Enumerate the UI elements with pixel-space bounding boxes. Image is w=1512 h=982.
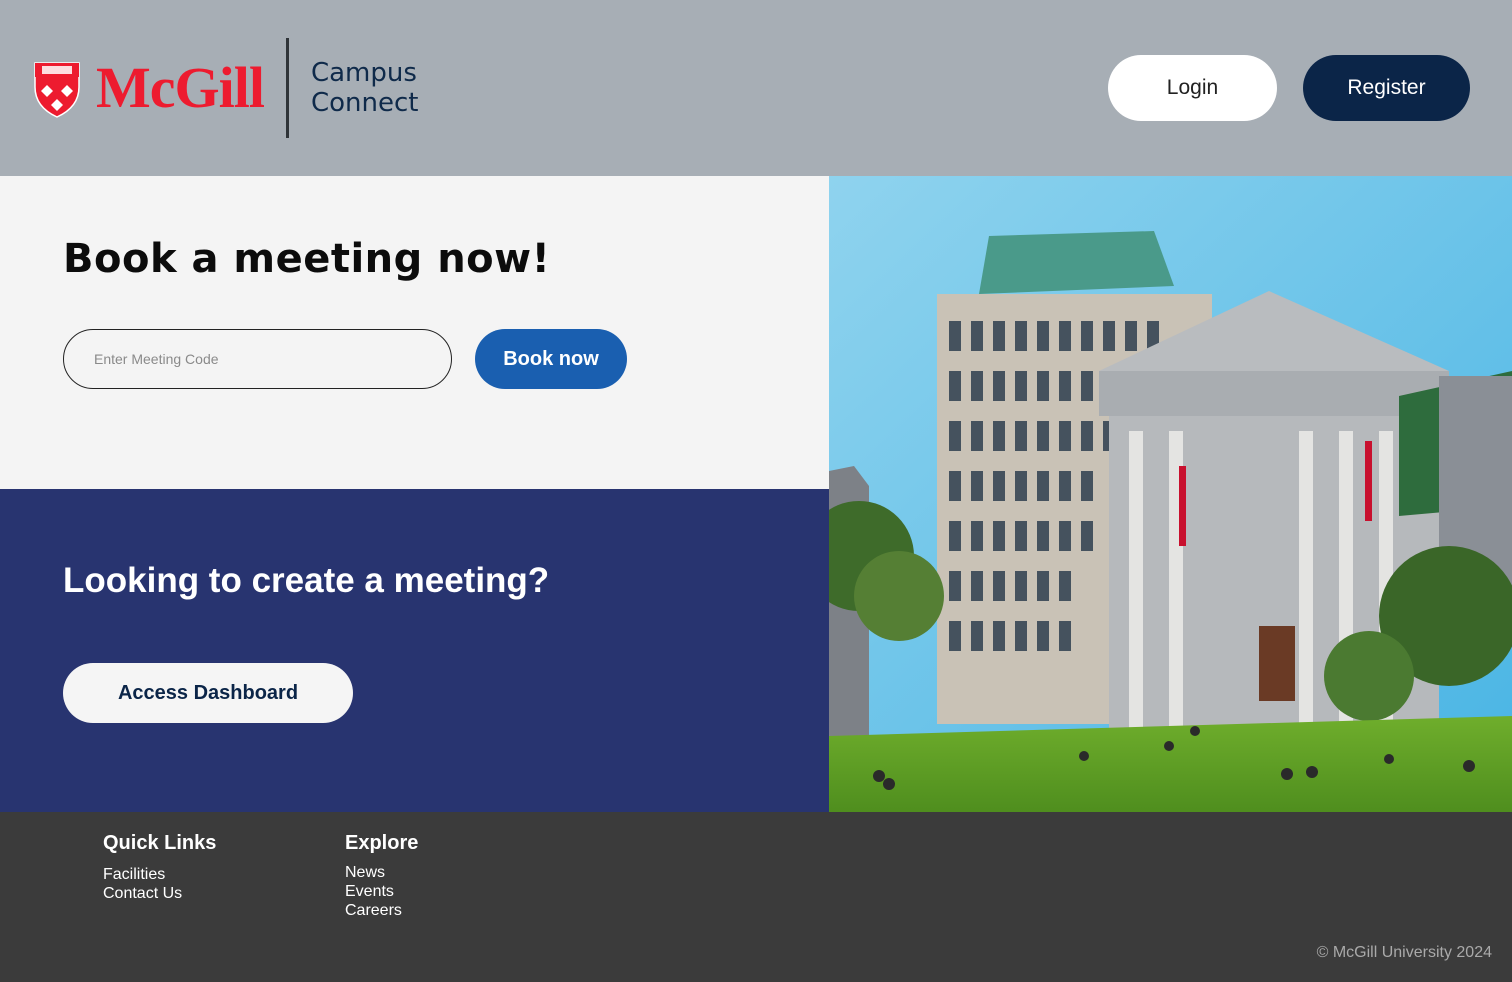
create-meeting-title: Looking to create a meeting? [63, 561, 550, 600]
explore-column: Explore News Events Careers [345, 832, 418, 920]
footer-link-news[interactable]: News [345, 863, 418, 882]
book-meeting-title: Book a meeting now! [63, 236, 551, 282]
quick-links-column: Quick Links Facilities Contact Us [103, 832, 216, 903]
site-footer: Quick Links Facilities Contact Us Explor… [0, 812, 1512, 982]
campus-illustration [829, 176, 1512, 812]
site-header: McGill Campus Connect Login Register [0, 0, 1512, 176]
explore-heading: Explore [345, 832, 419, 854]
campus-photo [829, 176, 1512, 812]
footer-link-contact-us[interactable]: Contact Us [103, 884, 216, 903]
mcgill-crest-icon [34, 62, 80, 118]
create-meeting-section: Looking to create a meeting? Access Dash… [0, 489, 829, 812]
footer-link-careers[interactable]: Careers [345, 901, 418, 920]
mcgill-campus-connect-logo[interactable]: McGill Campus Connect [32, 38, 418, 138]
footer-link-facilities[interactable]: Facilities [103, 865, 216, 884]
product-name-line2: Connect [310, 88, 419, 118]
quick-links-heading: Quick Links [103, 832, 217, 854]
product-name: Campus Connect [311, 58, 419, 118]
meeting-code-input[interactable] [63, 329, 452, 389]
login-button[interactable]: Login [1108, 55, 1277, 121]
access-dashboard-button[interactable]: Access Dashboard [63, 663, 353, 723]
footer-link-events[interactable]: Events [345, 882, 418, 901]
register-button[interactable]: Register [1303, 55, 1470, 121]
product-name-line1: Campus [310, 58, 417, 88]
book-meeting-section: Book a meeting now! Book now [0, 176, 829, 489]
copyright-text: © McGill University 2024 [1316, 944, 1492, 961]
logo-divider [285, 38, 289, 138]
book-now-button[interactable]: Book now [475, 329, 627, 389]
mcgill-wordmark: McGill [96, 55, 265, 120]
